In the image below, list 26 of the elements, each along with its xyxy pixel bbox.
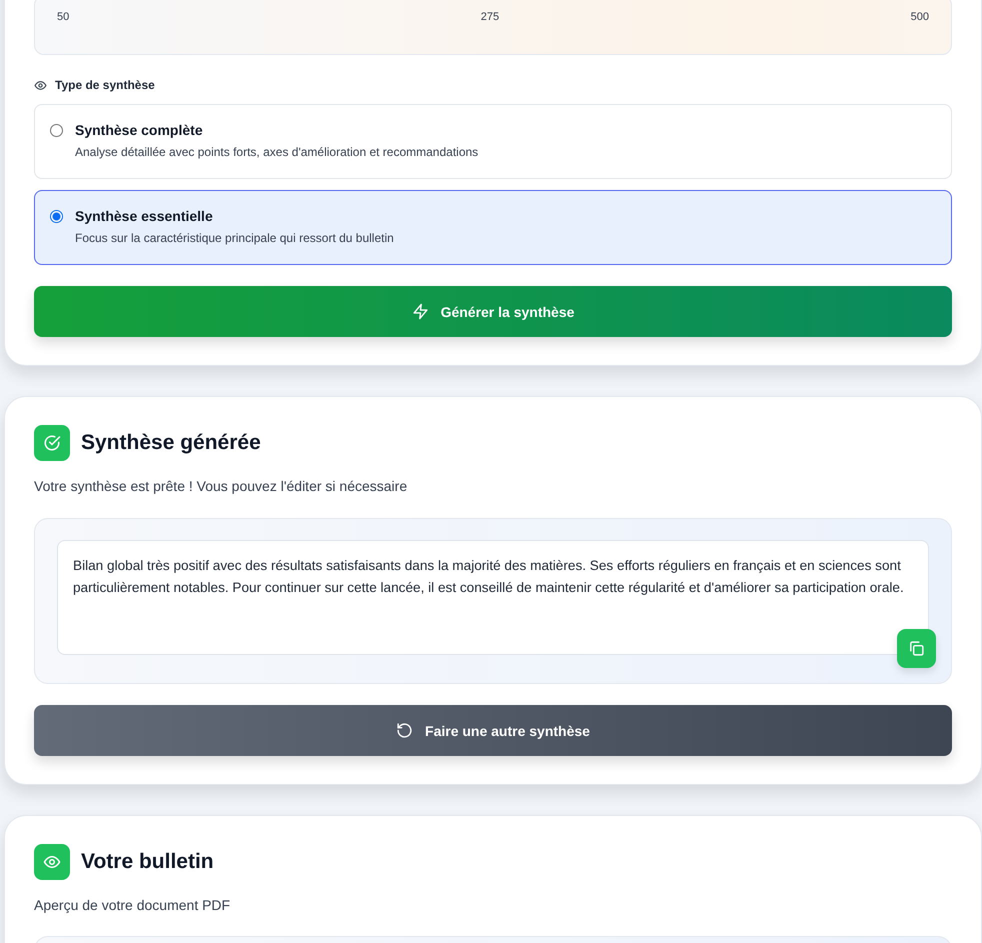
synthesis-text-field[interactable]: Bilan global très positif avec des résultats satisfaisants dans la majorité des matières. Ses efforts réguliers en français et en sciences sont particulièrement notables. Pour continuer sur cette lancée, il est conseillé de maintenir cette régularité et d'améliorer sa participation orale. [57, 540, 929, 655]
option-card[interactable]: Synthèse essentielle Focus sur la caractéristique principale qui ressort du bulletin [34, 190, 952, 265]
option-card[interactable]: Synthèse complète Analyse détaillée avec points forts, axes d'amélioration et recommandations [34, 104, 952, 179]
card-subtitle: Aperçu de votre document PDF [34, 897, 232, 913]
lightning-icon [412, 303, 429, 320]
scale-label: 275 [480, 11, 500, 23]
card-title: Votre bulletin [81, 850, 214, 874]
copy-icon [908, 640, 925, 657]
refresh-icon [396, 722, 414, 739]
scale-label: 50 [57, 11, 70, 23]
option-title: Synthèse essentielle [75, 208, 214, 224]
card-subtitle: Votre synthèse est prête ! Vous pouvez l'éditer si nécessaire [34, 478, 408, 494]
regenerate-button[interactable]: Faire une autre synthèse [34, 705, 952, 756]
section-label: Type de synthèse [55, 78, 155, 92]
copy-button[interactable] [897, 629, 936, 668]
radio-button[interactable] [50, 124, 63, 137]
generate-button[interactable]: Générer la synthèse [34, 286, 952, 337]
option-description: Focus sur la caractéristique principale qui ressort du bulletin [75, 231, 394, 245]
option-description: Analyse détaillée avec points forts, axes d'amélioration et recommandations [75, 145, 478, 159]
option-title: Synthèse complète [75, 122, 204, 138]
eye-icon [34, 78, 47, 92]
eye-icon [34, 844, 70, 880]
card-title: Synthèse générée [81, 431, 261, 455]
radio-button[interactable] [50, 210, 63, 223]
scale-label: 500 [910, 11, 929, 23]
check-icon [34, 425, 70, 461]
